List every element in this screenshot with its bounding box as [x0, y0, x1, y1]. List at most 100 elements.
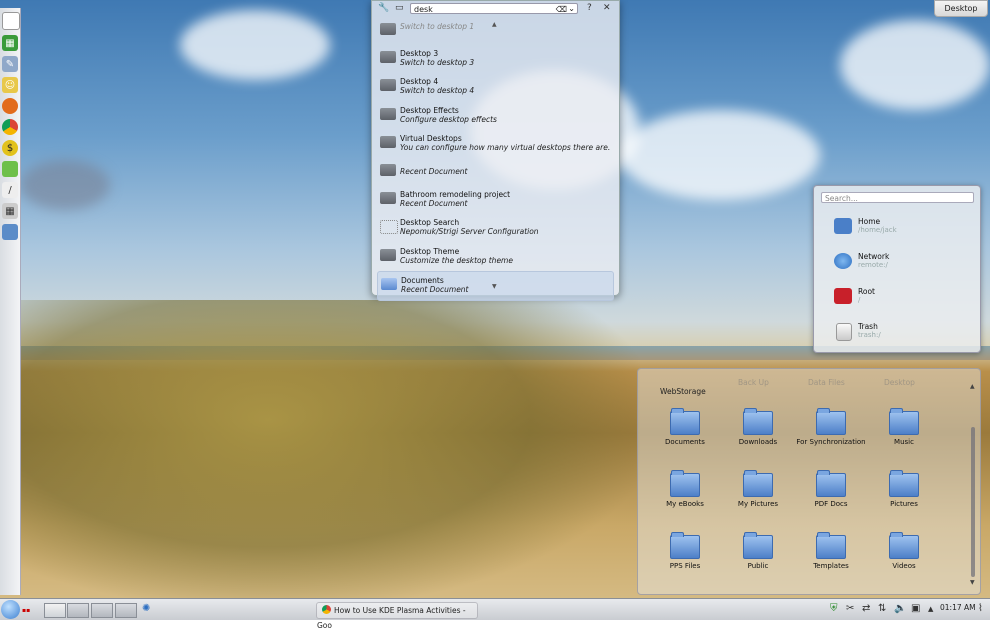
- effects-icon: [380, 107, 396, 120]
- folder-item[interactable]: PDF Docs: [796, 470, 866, 508]
- place-network[interactable]: Network remote:/: [834, 249, 964, 279]
- result-item[interactable]: Desktop Effects Configure desktop effects: [377, 102, 614, 130]
- panel-toolbox-icon[interactable]: ⌇: [978, 603, 983, 614]
- tray-expand-icon[interactable]: ▲: [928, 605, 933, 613]
- firefox-icon[interactable]: [2, 98, 18, 114]
- folder-label: PDF Docs: [814, 500, 848, 508]
- folder-item[interactable]: Pictures: [869, 470, 939, 508]
- tools-icon[interactable]: ✂: [846, 603, 854, 614]
- scrollbar-thumb[interactable]: [971, 427, 975, 577]
- leaf-icon[interactable]: [2, 161, 18, 177]
- calculator-icon[interactable]: ▦: [2, 203, 18, 219]
- tab-desktop[interactable]: Desktop: [884, 378, 915, 387]
- result-subtitle: You can configure how many virtual deskt…: [400, 142, 611, 152]
- places-search-input[interactable]: Search...: [821, 192, 974, 203]
- pager-desktop-1[interactable]: [44, 603, 66, 618]
- folder-icon: [743, 408, 773, 435]
- place-trash[interactable]: Trash trash:/: [834, 319, 964, 349]
- folder-item[interactable]: Public: [723, 532, 793, 570]
- activities-icon[interactable]: ✺: [142, 603, 150, 614]
- pencil-icon[interactable]: /: [2, 182, 18, 198]
- folder-item[interactable]: PPS Files: [650, 532, 720, 570]
- result-title: Virtual Desktops: [400, 133, 462, 143]
- folder-item[interactable]: Videos: [869, 532, 939, 570]
- clock: 01:17 AM: [940, 603, 976, 612]
- folder-icon: [743, 532, 773, 559]
- clear-icon[interactable]: ⌫: [556, 4, 567, 15]
- result-title: Desktop Search: [400, 218, 460, 228]
- result-title: Documents: [401, 275, 444, 285]
- folder-scrollbar[interactable]: ▲ ▼: [970, 383, 976, 586]
- search-query: desk: [414, 5, 433, 14]
- pager-desktop-4[interactable]: [115, 603, 137, 618]
- krunner-results: Switch to desktop 1 Desktop 3 Switch to d…: [377, 17, 614, 301]
- scroll-down-icon[interactable]: ▼: [492, 283, 497, 290]
- folder-label: My eBooks: [666, 500, 704, 508]
- result-title: Bathroom remodeling project: [400, 190, 511, 200]
- folder-item[interactable]: Templates: [796, 532, 866, 570]
- network-tray-icon[interactable]: ⇅: [878, 603, 886, 614]
- document-icon[interactable]: [2, 12, 20, 30]
- place-path: /home/jack: [858, 226, 897, 234]
- result-subtitle: Switch to desktop 1: [400, 22, 475, 31]
- tab-backup[interactable]: Back Up: [738, 378, 769, 387]
- help-icon[interactable]: ?: [587, 3, 592, 13]
- result-item[interactable]: Virtual Desktops You can configure how ma…: [377, 130, 614, 158]
- scroll-up-icon[interactable]: ▲: [970, 383, 975, 390]
- pager-desktop-2[interactable]: [67, 603, 89, 618]
- mascot-icon[interactable]: ☺: [2, 77, 18, 93]
- network-icon[interactable]: [2, 224, 18, 240]
- spreadsheet-icon[interactable]: ▦: [2, 35, 18, 51]
- taskbar-task[interactable]: How to Use KDE Plasma Activities - Goo: [316, 602, 478, 630]
- home-folder-icon: [834, 218, 852, 234]
- pager-indicator-icon: ▪▪: [22, 607, 31, 614]
- document-icon: [380, 192, 396, 205]
- folder-item[interactable]: Music: [869, 408, 939, 446]
- chrome-icon[interactable]: [2, 119, 18, 135]
- folder-label: Documents: [665, 438, 705, 446]
- place-title: Network: [858, 252, 890, 261]
- place-home[interactable]: Home /home/jack: [834, 214, 964, 244]
- pager-desktop-3[interactable]: [91, 603, 113, 618]
- pen-icon[interactable]: ✎: [2, 56, 18, 72]
- result-item[interactable]: Switch to desktop 1: [377, 17, 614, 45]
- folder-item[interactable]: For Synchronization: [796, 408, 866, 446]
- usb-icon[interactable]: ⇄: [862, 603, 870, 614]
- scroll-down-icon[interactable]: ▼: [970, 579, 975, 586]
- device-icon[interactable]: ▣: [911, 603, 920, 614]
- wrench-icon[interactable]: 🔧: [378, 3, 389, 13]
- place-root[interactable]: Root /: [834, 284, 964, 314]
- desktop-button[interactable]: Desktop: [934, 0, 988, 17]
- volume-icon[interactable]: 🔈: [894, 603, 906, 614]
- result-subtitle: Recent Document: [400, 199, 468, 209]
- taskbar: ▪▪ ✺ How to Use KDE Plasma Activities - …: [0, 598, 990, 630]
- chevron-down-icon[interactable]: ⌄: [568, 3, 575, 14]
- folder-item[interactable]: Downloads: [723, 408, 793, 446]
- folder-item[interactable]: My eBooks: [650, 470, 720, 508]
- shield-icon[interactable]: ⛨: [830, 603, 838, 614]
- tab-data-files[interactable]: Data Files: [808, 378, 845, 387]
- krunner-search-input[interactable]: desk ⌫ ⌄: [410, 3, 578, 14]
- result-item[interactable]: Bathroom remodeling project Recent Docume…: [377, 186, 614, 214]
- result-item[interactable]: Desktop Theme Customize the desktop theme: [377, 243, 614, 271]
- folder-icon: [816, 408, 846, 435]
- folder-item[interactable]: My Pictures: [723, 470, 793, 508]
- folder-label: Templates: [813, 562, 849, 570]
- result-item[interactable]: Desktop 3 Switch to desktop 3: [377, 45, 614, 73]
- tab-webstorage[interactable]: WebStorage: [660, 387, 706, 396]
- result-item[interactable]: Recent Document: [377, 158, 614, 186]
- result-subtitle: Recent Document: [401, 284, 469, 294]
- result-subtitle: Configure desktop effects: [400, 114, 497, 124]
- folder-item[interactable]: Documents: [650, 408, 720, 446]
- folder-icon: [889, 470, 919, 497]
- result-subtitle: Nepomuk/Strigi Server Configuration: [400, 227, 539, 237]
- theme-icon: [380, 248, 396, 261]
- folder-icon: [670, 408, 700, 435]
- money-icon[interactable]: $: [2, 140, 18, 156]
- result-item[interactable]: Desktop Search Nepomuk/Strigi Server Conf…: [377, 214, 614, 242]
- close-icon[interactable]: ✕: [603, 3, 611, 13]
- result-subtitle: Switch to desktop 4: [400, 86, 475, 96]
- result-item[interactable]: Desktop 4 Switch to desktop 4: [377, 73, 614, 101]
- kde-menu-icon[interactable]: [1, 600, 20, 619]
- window-icon[interactable]: ▭: [395, 3, 404, 13]
